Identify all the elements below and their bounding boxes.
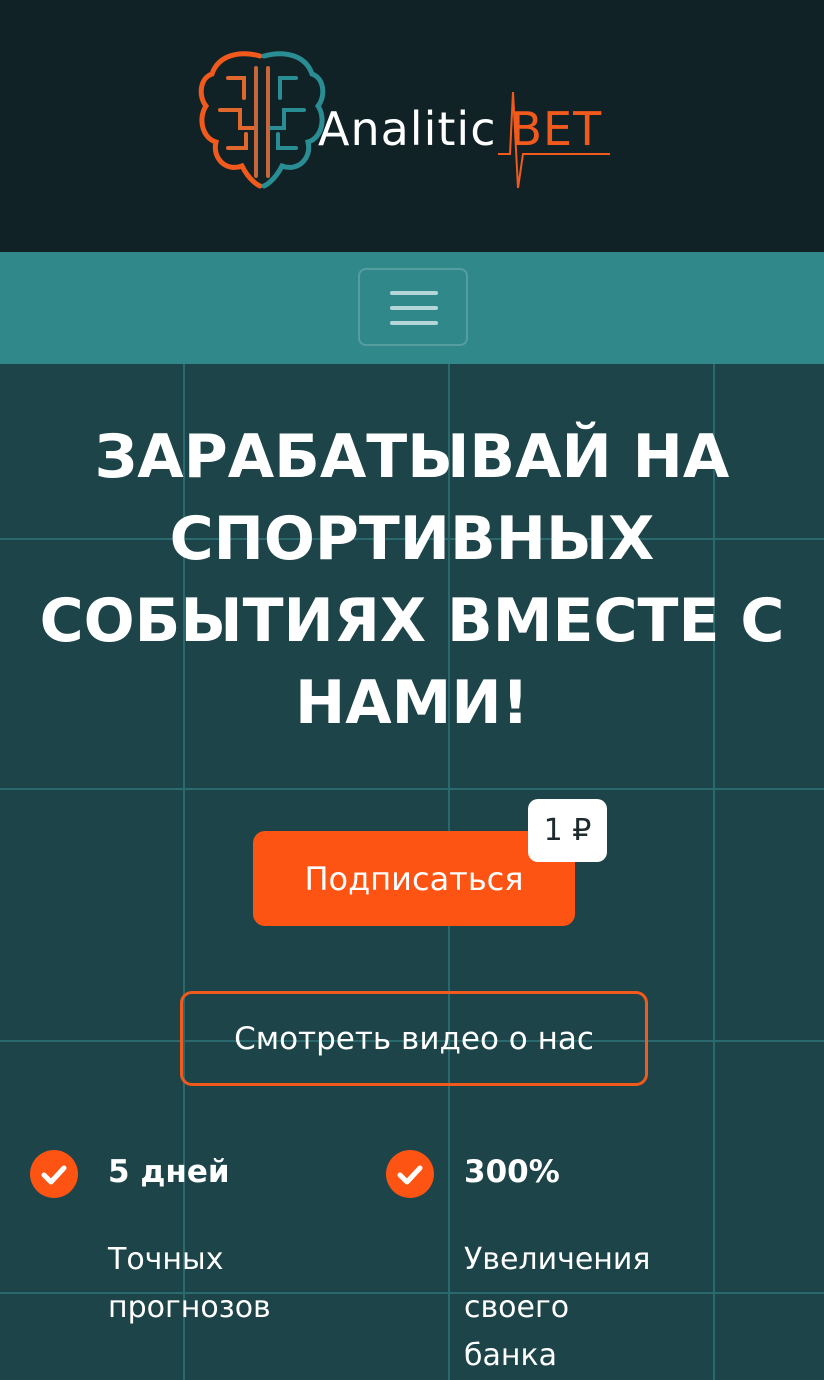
- hero-section: ЗАРАБАТЫВАЙ НА СПОРТИВНЫХ СОБЫТИЯХ ВМЕСТ…: [0, 364, 824, 1380]
- feature-value: 300%: [464, 1154, 560, 1190]
- feature-description: Точных прогнозов: [108, 1236, 271, 1332]
- feature-description-line: Точных: [108, 1242, 224, 1277]
- hero-headline: ЗАРАБАТЫВАЙ НА СПОРТИВНЫХ СОБЫТИЯХ ВМЕСТ…: [0, 416, 824, 744]
- grid-line: [0, 788, 824, 790]
- price-badge: 1 ₽: [528, 799, 607, 862]
- hamburger-menu-icon-bar: [390, 306, 438, 310]
- headline-line: СПОРТИВНЫХ: [169, 504, 655, 574]
- headline-line: СОБЫТИЯХ ВМЕСТЕ С: [39, 586, 785, 656]
- headline-line: НАМИ!: [295, 668, 529, 738]
- site-header: Analitic BET: [0, 0, 824, 252]
- feature-description-line: банка: [464, 1338, 558, 1373]
- navigation-bar: [0, 252, 824, 364]
- menu-toggle-button[interactable]: [358, 268, 468, 346]
- subscribe-button[interactable]: Подписаться: [253, 831, 575, 926]
- check-circle-icon: [386, 1150, 434, 1198]
- headline-line: ЗАРАБАТЫВАЙ НА: [94, 422, 730, 492]
- watch-video-button[interactable]: Смотреть видео о нас: [180, 991, 648, 1086]
- check-circle-icon: [30, 1150, 78, 1198]
- brand-logo[interactable]: Analitic BET: [198, 48, 618, 193]
- hamburger-menu-icon-bar: [390, 321, 438, 325]
- feature-description-line: Увеличения своего: [464, 1242, 651, 1325]
- feature-description-line: прогнозов: [108, 1290, 271, 1325]
- hamburger-menu-icon: [390, 291, 438, 295]
- feature-description: Увеличения своего банка: [464, 1236, 650, 1380]
- feature-value: 5 дней: [108, 1154, 230, 1190]
- brand-pulse-line: [498, 91, 610, 189]
